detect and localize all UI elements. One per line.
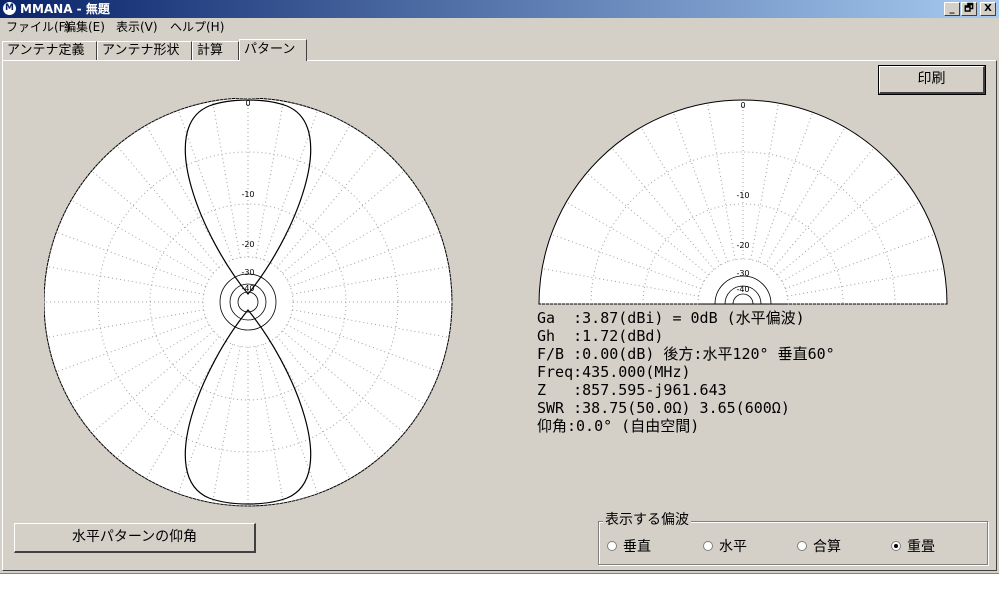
tab-pattern[interactable]: パターン: [239, 39, 307, 61]
tab-calculation[interactable]: 計算: [192, 41, 239, 60]
v-ring-label-10: -10: [736, 191, 749, 200]
radio-overlay-indicator[interactable]: [891, 541, 901, 551]
tab-antenna-shape[interactable]: アンテナ形状: [97, 41, 192, 60]
menu-view[interactable]: 表示(V): [116, 20, 158, 35]
close-button[interactable]: X: [980, 2, 996, 16]
v-ring-label-30: -30: [736, 269, 749, 278]
restore-button[interactable]: 🗗: [961, 2, 977, 16]
app-icon[interactable]: M: [3, 2, 16, 15]
menu-bar: ファイル(F) 編集(E) 表示(V) ヘルプ(H): [0, 18, 999, 37]
front-back-ratio: F/B :0.00(dB) 後方:水平120° 垂直60°: [537, 345, 835, 363]
tab-antenna-definition[interactable]: アンテナ定義: [2, 41, 97, 60]
polarization-legend: 表示する偏波: [603, 512, 691, 528]
radio-overlay-label: 重畳: [907, 539, 935, 555]
radio-horizontal-indicator[interactable]: [703, 541, 713, 551]
ring-label-20: -20: [241, 240, 254, 249]
v-ring-label-0: 0: [740, 101, 745, 110]
elevation-angle: 仰角:0.0° (自由空間): [537, 417, 700, 435]
radio-combined[interactable]: 合算: [797, 536, 841, 556]
radio-vertical-label: 垂直: [623, 539, 651, 555]
title-bar[interactable]: M MMANA - 無題 _ 🗗 X: [0, 0, 999, 18]
ring-label-40: -40: [241, 284, 254, 293]
ring-label-0: 0: [245, 99, 250, 108]
v-ring-label-40: -40: [736, 285, 749, 294]
radio-combined-label: 合算: [813, 539, 841, 555]
gain-dbd: Gh :1.72(dBd): [537, 327, 664, 345]
menu-help[interactable]: ヘルプ(H): [170, 20, 224, 35]
frequency: Freq:435.000(MHz): [537, 363, 691, 381]
ring-label-10: -10: [241, 190, 254, 199]
radio-horizontal[interactable]: 水平: [703, 536, 747, 556]
radio-horizontal-label: 水平: [719, 539, 747, 555]
menu-edit[interactable]: 編集(E): [64, 20, 105, 35]
elevation-button[interactable]: 水平パターンの仰角: [14, 523, 256, 553]
gain-dbi: Ga :3.87(dBi) = 0dB (水平偏波): [537, 309, 805, 327]
radio-vertical-indicator[interactable]: [607, 541, 617, 551]
radio-overlay[interactable]: 重畳: [891, 536, 935, 556]
polarization-group: 表示する偏波 垂直 水平 合算 重畳: [598, 512, 988, 565]
results-info: Ga :3.87(dBi) = 0dB (水平偏波) Gh :1.72(dBd)…: [537, 309, 835, 435]
app-window: M MMANA - 無題 _ 🗗 X ファイル(F) 編集(E) 表示(V) ヘ…: [0, 0, 999, 573]
menu-file[interactable]: ファイル(F): [6, 20, 70, 35]
impedance: Z :857.595-j961.643: [537, 381, 727, 399]
radio-vertical[interactable]: 垂直: [607, 536, 651, 556]
v-ring-label-20: -20: [736, 241, 749, 250]
window-title: MMANA - 無題: [20, 2, 110, 16]
ring-label-30: -30: [241, 268, 254, 277]
window-bottom-edge: [0, 573, 999, 574]
print-button[interactable]: 印刷: [878, 65, 986, 95]
vertical-pattern-plot: 0 -10 -20 -30 -40: [538, 99, 948, 305]
radio-combined-indicator[interactable]: [797, 541, 807, 551]
minimize-button[interactable]: _: [944, 2, 960, 16]
horizontal-pattern-plot: 0 -10 -20 -30 -40: [44, 98, 453, 507]
swr: SWR :38.75(50.0Ω) 3.65(600Ω): [537, 399, 790, 417]
